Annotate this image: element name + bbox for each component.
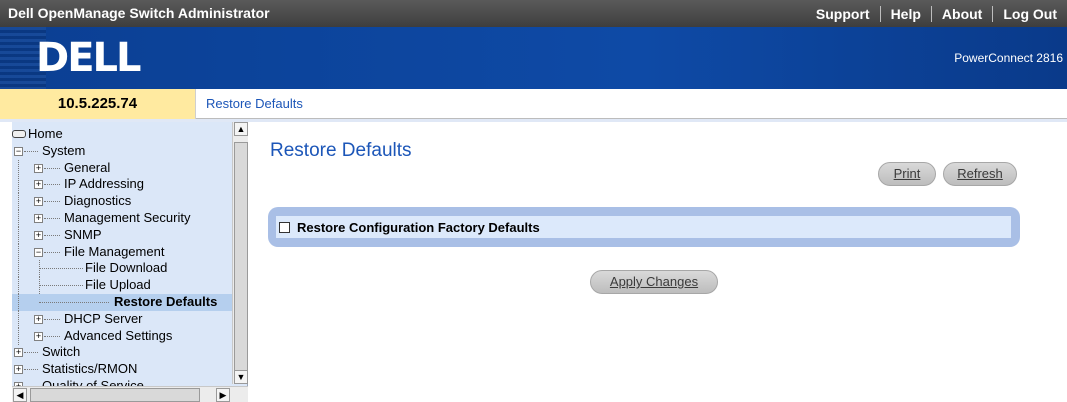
tree-connector xyxy=(39,268,83,270)
address-bar: 10.5.225.74 Restore Defaults xyxy=(0,89,1067,119)
support-link[interactable]: Support xyxy=(806,6,880,22)
restore-defaults-label: Restore Configuration Factory Defaults xyxy=(297,220,540,235)
home-icon xyxy=(12,130,26,138)
tree-label: File Management xyxy=(64,243,165,259)
tree-label: Statistics/RMON xyxy=(42,361,138,377)
tree-item-dhcp-server[interactable]: + DHCP Server xyxy=(12,310,232,328)
tree-connector xyxy=(44,217,60,219)
tree-connector xyxy=(44,234,60,236)
tree-label: DHCP Server xyxy=(64,310,143,326)
product-model: PowerConnect 2816 xyxy=(954,51,1063,65)
tree-connector xyxy=(18,209,19,227)
expand-icon[interactable]: + xyxy=(34,163,43,173)
tree-item-system[interactable]: − System xyxy=(12,143,232,160)
page-title: Restore Defaults xyxy=(270,140,412,161)
tree-label: SNMP xyxy=(64,226,102,242)
tree-item-ip-addressing[interactable]: + IP Addressing xyxy=(12,176,232,194)
tree-item-statistics-rmon[interactable]: + Statistics/RMON xyxy=(12,361,232,378)
expand-icon[interactable]: + xyxy=(14,348,23,358)
expand-icon[interactable]: + xyxy=(34,180,43,190)
tree-label: File Download xyxy=(85,260,168,276)
top-links: Support Help About Log Out xyxy=(806,0,1067,27)
apply-changes-button[interactable]: Apply Changes xyxy=(590,270,718,294)
app-title: Dell OpenManage Switch Administrator xyxy=(8,5,270,21)
tree-item-home[interactable]: Home xyxy=(12,126,232,143)
scroll-down-arrow-icon[interactable]: ▼ xyxy=(234,370,248,384)
tree-label: Home xyxy=(28,126,63,141)
tree-label: Diagnostics xyxy=(64,193,132,209)
tree-connector xyxy=(18,193,19,211)
print-button[interactable]: Print xyxy=(878,162,936,186)
tree-item-restore-defaults[interactable]: Restore Defaults xyxy=(12,293,232,311)
tree-item-advanced-settings[interactable]: + Advanced Settings xyxy=(12,327,232,345)
scroll-thumb[interactable] xyxy=(234,142,248,372)
tree-item-file-download[interactable]: File Download xyxy=(12,260,232,278)
tree-label: Management Security xyxy=(64,209,191,225)
tree-connector xyxy=(44,167,60,169)
tree-item-management-security[interactable]: + Management Security xyxy=(12,209,232,227)
tree-connector xyxy=(44,201,60,203)
tree-connector xyxy=(39,301,109,303)
collapse-icon[interactable]: − xyxy=(14,146,23,156)
tree-connector xyxy=(18,159,19,177)
tree-item-file-management[interactable]: − File Management xyxy=(12,243,232,261)
tree-connector xyxy=(44,335,60,337)
nav-tree: Home − System + General + IP Addressing … xyxy=(12,126,232,395)
expand-icon[interactable]: + xyxy=(34,197,43,207)
scroll-left-arrow-icon[interactable]: ◀ xyxy=(13,388,27,402)
tree-label: Advanced Settings xyxy=(64,327,173,343)
tree-connector xyxy=(18,277,19,295)
expand-icon[interactable]: + xyxy=(34,213,43,223)
device-ip: 10.5.225.74 xyxy=(0,89,196,119)
about-link[interactable]: About xyxy=(930,5,992,22)
tree-vertical-scrollbar[interactable]: ▲ ▼ xyxy=(232,122,248,384)
logout-link[interactable]: Log Out xyxy=(992,5,1067,22)
expand-icon[interactable]: + xyxy=(14,365,23,375)
restore-defaults-checkbox[interactable] xyxy=(279,222,290,233)
tree-connector xyxy=(18,260,19,278)
tree-item-snmp[interactable]: + SNMP xyxy=(12,226,232,244)
refresh-button[interactable]: Refresh xyxy=(943,162,1017,186)
top-bar: Dell OpenManage Switch Administrator Sup… xyxy=(0,0,1067,27)
tree-label: File Upload xyxy=(85,277,151,293)
tree-connector xyxy=(44,184,60,186)
tree-connector xyxy=(18,243,19,261)
tree-label: Switch xyxy=(42,344,81,360)
scroll-right-arrow-icon[interactable]: ▶ xyxy=(216,388,230,402)
tree-connector xyxy=(24,352,38,354)
dell-logo: DELL xyxy=(36,35,142,81)
collapse-icon[interactable]: − xyxy=(34,247,43,257)
breadcrumb[interactable]: Restore Defaults xyxy=(206,89,303,119)
scroll-thumb[interactable] xyxy=(30,388,200,402)
tree-connector xyxy=(18,226,19,244)
help-link[interactable]: Help xyxy=(879,5,931,22)
tree-connector xyxy=(18,293,19,311)
tree-connector xyxy=(18,327,19,345)
tree-connector xyxy=(24,150,38,152)
tree-label: General xyxy=(64,159,111,175)
tree-label: IP Addressing xyxy=(64,176,144,192)
tree-connector xyxy=(39,285,83,287)
tree-label: Restore Defaults xyxy=(114,293,218,309)
tree-connector xyxy=(18,310,19,328)
tree-item-general[interactable]: + General xyxy=(12,159,232,177)
tree-connector xyxy=(18,176,19,194)
tree-connector xyxy=(24,369,38,371)
expand-icon[interactable]: + xyxy=(34,314,43,324)
brand-bar: DELL PowerConnect 2816 xyxy=(0,27,1067,89)
scroll-up-arrow-icon[interactable]: ▲ xyxy=(234,122,248,136)
tree-item-switch[interactable]: + Switch xyxy=(12,344,232,361)
options-panel: Restore Configuration Factory Defaults xyxy=(268,207,1020,247)
tree-label: System xyxy=(42,142,86,158)
nav-tree-pane: Home − System + General + IP Addressing … xyxy=(12,122,248,402)
expand-icon[interactable]: + xyxy=(34,331,43,341)
tree-connector xyxy=(44,251,60,253)
tree-item-diagnostics[interactable]: + Diagnostics xyxy=(12,193,232,211)
tree-item-file-upload[interactable]: File Upload xyxy=(12,277,232,295)
tree-connector xyxy=(44,318,60,320)
expand-icon[interactable]: + xyxy=(34,230,43,240)
tree-horizontal-scrollbar[interactable]: ◀ ▶ xyxy=(12,386,248,402)
